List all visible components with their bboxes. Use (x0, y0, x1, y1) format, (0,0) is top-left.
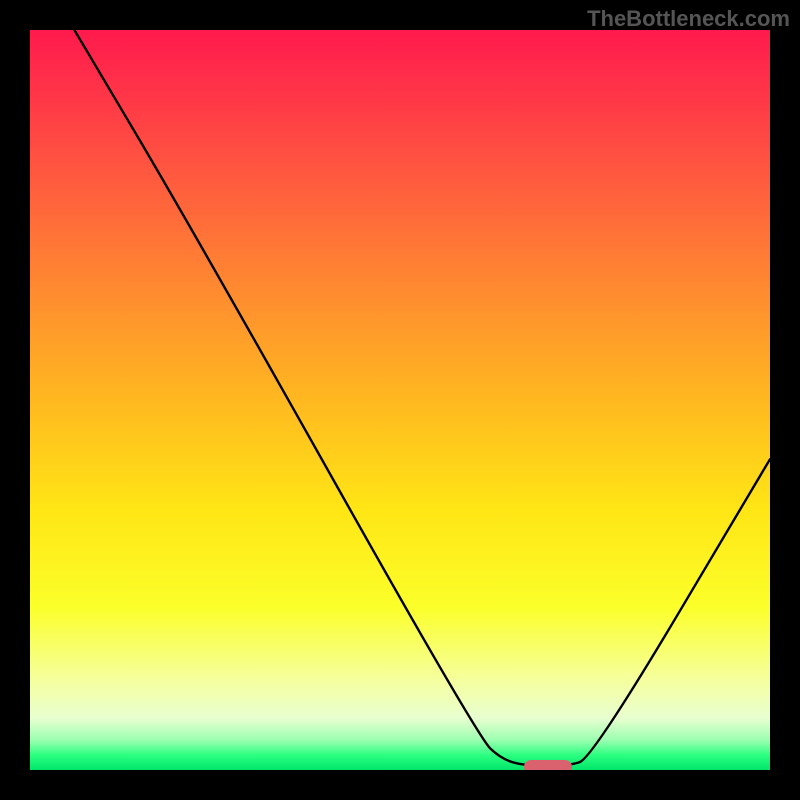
curve-svg (30, 30, 770, 770)
watermark-text: TheBottleneck.com (587, 6, 790, 32)
plot-area (30, 30, 770, 770)
optimal-marker (524, 760, 572, 770)
bottleneck-curve (74, 30, 770, 766)
